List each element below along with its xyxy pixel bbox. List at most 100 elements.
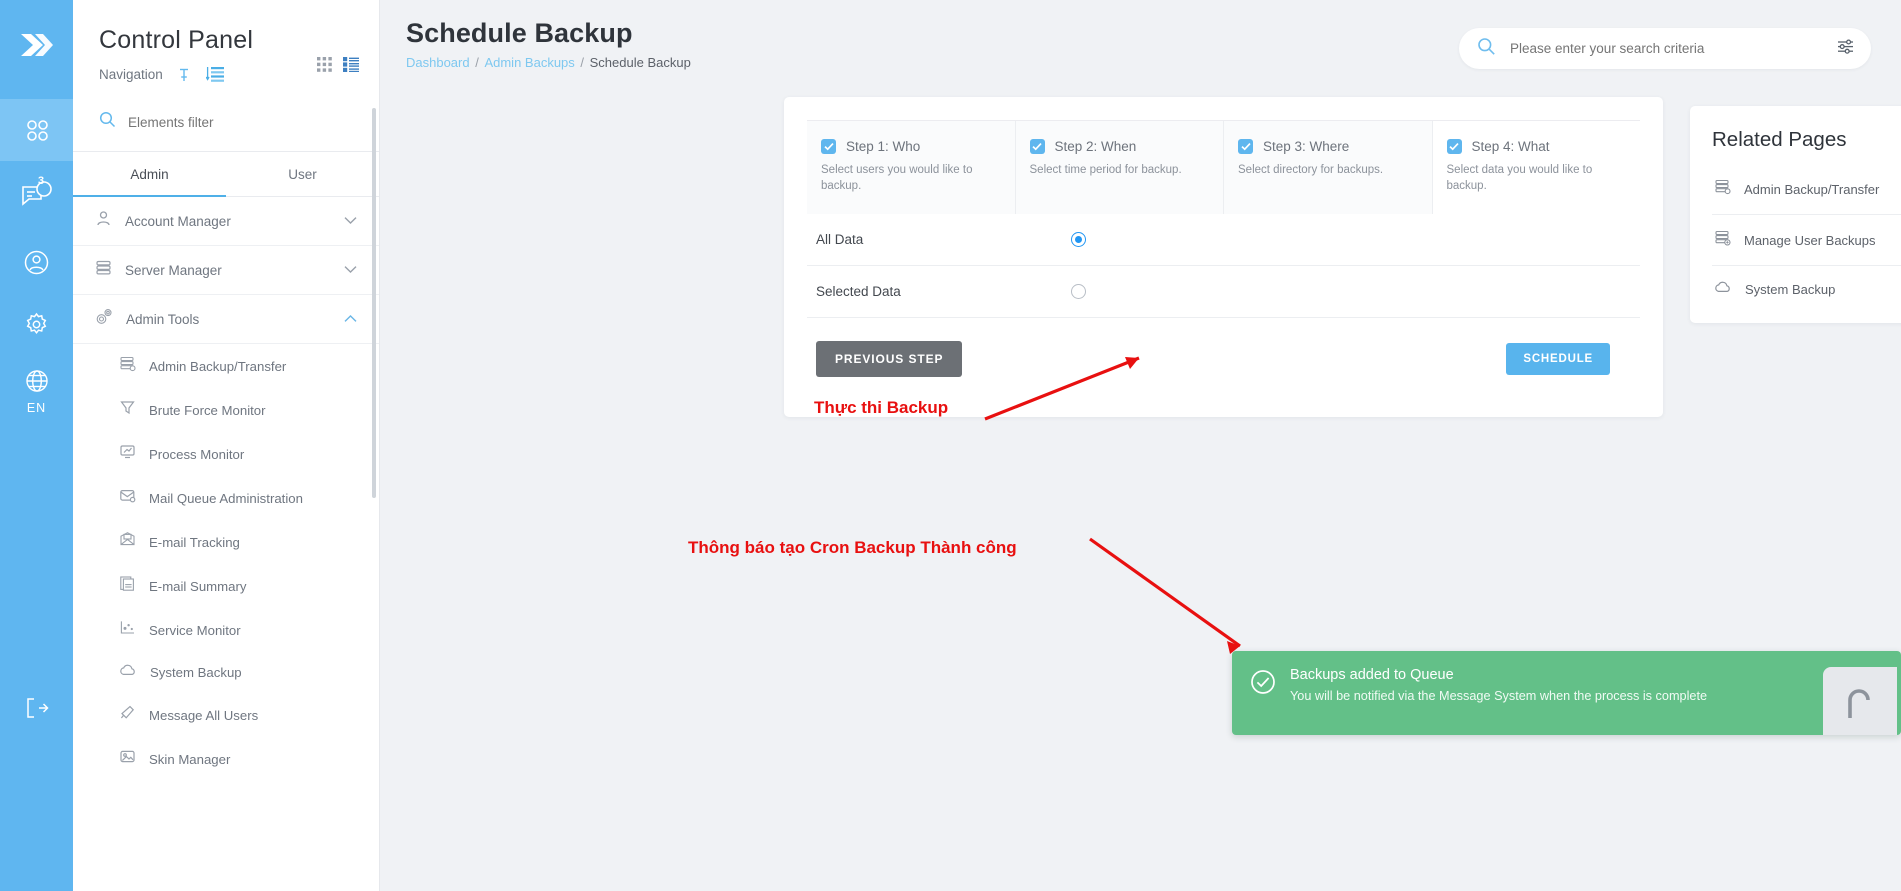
elements-filter-input[interactable] bbox=[128, 114, 328, 130]
gear-icon bbox=[23, 311, 50, 338]
monitor-chart-icon bbox=[119, 443, 136, 465]
rail-item-account[interactable] bbox=[0, 231, 73, 293]
sidebar-group-label: Account Manager bbox=[125, 213, 231, 229]
search-icon bbox=[99, 111, 116, 133]
wizard-step-4[interactable]: Step 4: What Select data you would like … bbox=[1432, 121, 1640, 215]
service-monitor-icon bbox=[119, 619, 136, 641]
check-icon[interactable] bbox=[1238, 139, 1253, 154]
grid-view-icon[interactable] bbox=[317, 57, 332, 77]
schedule-backup-card: Step 1: Who Select users you would like … bbox=[784, 97, 1663, 417]
navigation-label: Navigation bbox=[99, 67, 163, 82]
sort-list-icon[interactable] bbox=[205, 66, 225, 83]
server-icon bbox=[95, 259, 112, 281]
toast-title: Backups added to Queue bbox=[1290, 667, 1454, 683]
option-label: All Data bbox=[816, 232, 864, 248]
related-item-manage-user-backups[interactable]: Manage User Backups bbox=[1712, 215, 1901, 266]
sidebar-item-email-tracking[interactable]: E-mail Tracking bbox=[73, 520, 379, 564]
funnel-icon bbox=[119, 399, 136, 421]
tab-user[interactable]: User bbox=[226, 152, 379, 197]
sidebar-item-brute-force-monitor[interactable]: Brute Force Monitor bbox=[73, 388, 379, 432]
step-title: Step 4: What bbox=[1471, 139, 1550, 154]
toast-body: You will be notified via the Message Sys… bbox=[1290, 689, 1708, 703]
main-content: Schedule Backup Dashboard / Admin Backup… bbox=[380, 0, 1901, 891]
option-label: Selected Data bbox=[816, 284, 901, 300]
breadcrumb: Dashboard / Admin Backups / Schedule Bac… bbox=[406, 55, 691, 70]
sidebar-scrollbar[interactable] bbox=[372, 108, 376, 498]
rail-item-apps[interactable] bbox=[0, 99, 73, 161]
sidebar-item-label: Process Monitor bbox=[149, 446, 245, 462]
chevron-down-icon bbox=[344, 261, 357, 279]
breadcrumb-current: Schedule Backup bbox=[589, 55, 691, 70]
list-view-icon[interactable] bbox=[343, 57, 359, 77]
related-item-system-backup[interactable]: System Backup bbox=[1712, 266, 1901, 313]
check-icon[interactable] bbox=[821, 139, 836, 154]
schedule-button[interactable]: SCHEDULE bbox=[1506, 343, 1610, 376]
radio-selected-data[interactable] bbox=[1071, 284, 1086, 300]
rail-item-settings[interactable] bbox=[0, 293, 73, 355]
chevron-up-icon bbox=[344, 310, 357, 328]
sidebar-tabs: Admin User bbox=[73, 152, 379, 197]
check-icon[interactable] bbox=[1446, 139, 1462, 154]
sidebar-item-service-monitor[interactable]: Service Monitor bbox=[73, 608, 379, 652]
check-icon[interactable] bbox=[1029, 139, 1045, 154]
sidebar-item-message-all-users[interactable]: Message All Users bbox=[73, 693, 379, 737]
sidebar-item-label: System Backup bbox=[150, 665, 242, 680]
step-header: Step 4: What bbox=[1446, 139, 1625, 154]
search-input[interactable] bbox=[1510, 41, 1836, 56]
sliders-icon[interactable] bbox=[1836, 37, 1855, 61]
logout-icon bbox=[24, 695, 50, 726]
sidebar-item-process-monitor[interactable]: Process Monitor bbox=[73, 432, 379, 476]
step-title: Step 2: When bbox=[1054, 139, 1137, 154]
rail-item-logout[interactable] bbox=[0, 695, 73, 726]
sidebar-group-label: Admin Tools bbox=[126, 311, 200, 327]
icon-rail: 3 EN bbox=[0, 0, 73, 891]
server-users-icon bbox=[1714, 229, 1731, 251]
sidebar-group-account-manager[interactable]: Account Manager bbox=[73, 197, 379, 246]
toast-notification[interactable]: Backups added to Queue You will be notif… bbox=[1232, 651, 1901, 735]
breadcrumb-admin-backups[interactable]: Admin Backups bbox=[484, 55, 574, 70]
sidebar-group-label: Server Manager bbox=[125, 262, 222, 278]
tab-admin[interactable]: Admin bbox=[73, 152, 226, 197]
breadcrumb-dashboard[interactable]: Dashboard bbox=[406, 55, 470, 70]
wizard-step-3[interactable]: Step 3: Where Select directory for backu… bbox=[1224, 121, 1433, 215]
sidebar-item-admin-backup-transfer[interactable]: Admin Backup/Transfer bbox=[73, 344, 379, 388]
sidebar-item-system-backup[interactable]: System Backup bbox=[73, 652, 379, 693]
previous-step-button[interactable]: PREVIOUS STEP bbox=[816, 341, 963, 378]
cloud-icon bbox=[1714, 280, 1732, 299]
sidebar-item-label: Message All Users bbox=[149, 707, 259, 723]
sidebar-item-mail-queue-administration[interactable]: Mail Queue Administration bbox=[73, 476, 379, 520]
sidebar-item-label: Service Monitor bbox=[149, 622, 241, 638]
app-root: 3 EN Control Panel Navigation Elements f… bbox=[0, 0, 1901, 891]
annotation-cron-success: Thông báo tạo Cron Backup Thành công bbox=[688, 538, 1017, 557]
sidebar-group-server-manager[interactable]: Server Manager bbox=[73, 246, 379, 295]
sidebar-item-skin-manager[interactable]: Skin Manager bbox=[73, 737, 379, 781]
global-search-bar bbox=[1459, 28, 1871, 69]
chevron-down-icon bbox=[344, 212, 357, 230]
control-panel-title: Control Panel bbox=[99, 26, 254, 54]
cloud-icon bbox=[119, 663, 137, 682]
sidebar-item-email-summary[interactable]: E-mail Summary bbox=[73, 564, 379, 608]
wizard-step-2[interactable]: Step 2: When Select time period for back… bbox=[1015, 121, 1224, 215]
server-backup-icon bbox=[1714, 178, 1731, 200]
pin-icon[interactable] bbox=[177, 67, 192, 83]
sidebar-group-admin-tools[interactable]: Admin Tools bbox=[73, 295, 379, 344]
search-icon bbox=[1477, 37, 1496, 61]
sidebar-item-label: E-mail Summary bbox=[149, 578, 247, 594]
apps-grid-icon bbox=[23, 116, 51, 144]
step-description: Select users you would like to backup. bbox=[821, 164, 973, 192]
image-icon bbox=[119, 748, 136, 770]
rail-item-messages[interactable]: 3 bbox=[0, 161, 73, 231]
rail-item-language[interactable] bbox=[0, 355, 73, 407]
wizard-step-1[interactable]: Step 1: Who Select users you would like … bbox=[807, 121, 1016, 215]
sidebar-item-label: Admin Backup/Transfer bbox=[149, 358, 287, 374]
user-icon bbox=[95, 210, 112, 232]
wizard-steps: Step 1: Who Select users you would like … bbox=[807, 120, 1640, 215]
option-row-all-data[interactable]: All Data bbox=[807, 214, 1640, 267]
option-row-selected-data[interactable]: Selected Data bbox=[807, 266, 1640, 319]
related-item-admin-backup-transfer[interactable]: Admin Backup/Transfer bbox=[1712, 164, 1901, 215]
radio-all-data[interactable] bbox=[1071, 232, 1086, 248]
logo-chevrons-right-icon[interactable] bbox=[19, 30, 55, 65]
related-item-label: Manage User Backups bbox=[1744, 232, 1876, 248]
navigation-sidebar: Control Panel Navigation Elements filter… bbox=[73, 0, 380, 891]
step-title: Step 1: Who bbox=[846, 139, 921, 154]
